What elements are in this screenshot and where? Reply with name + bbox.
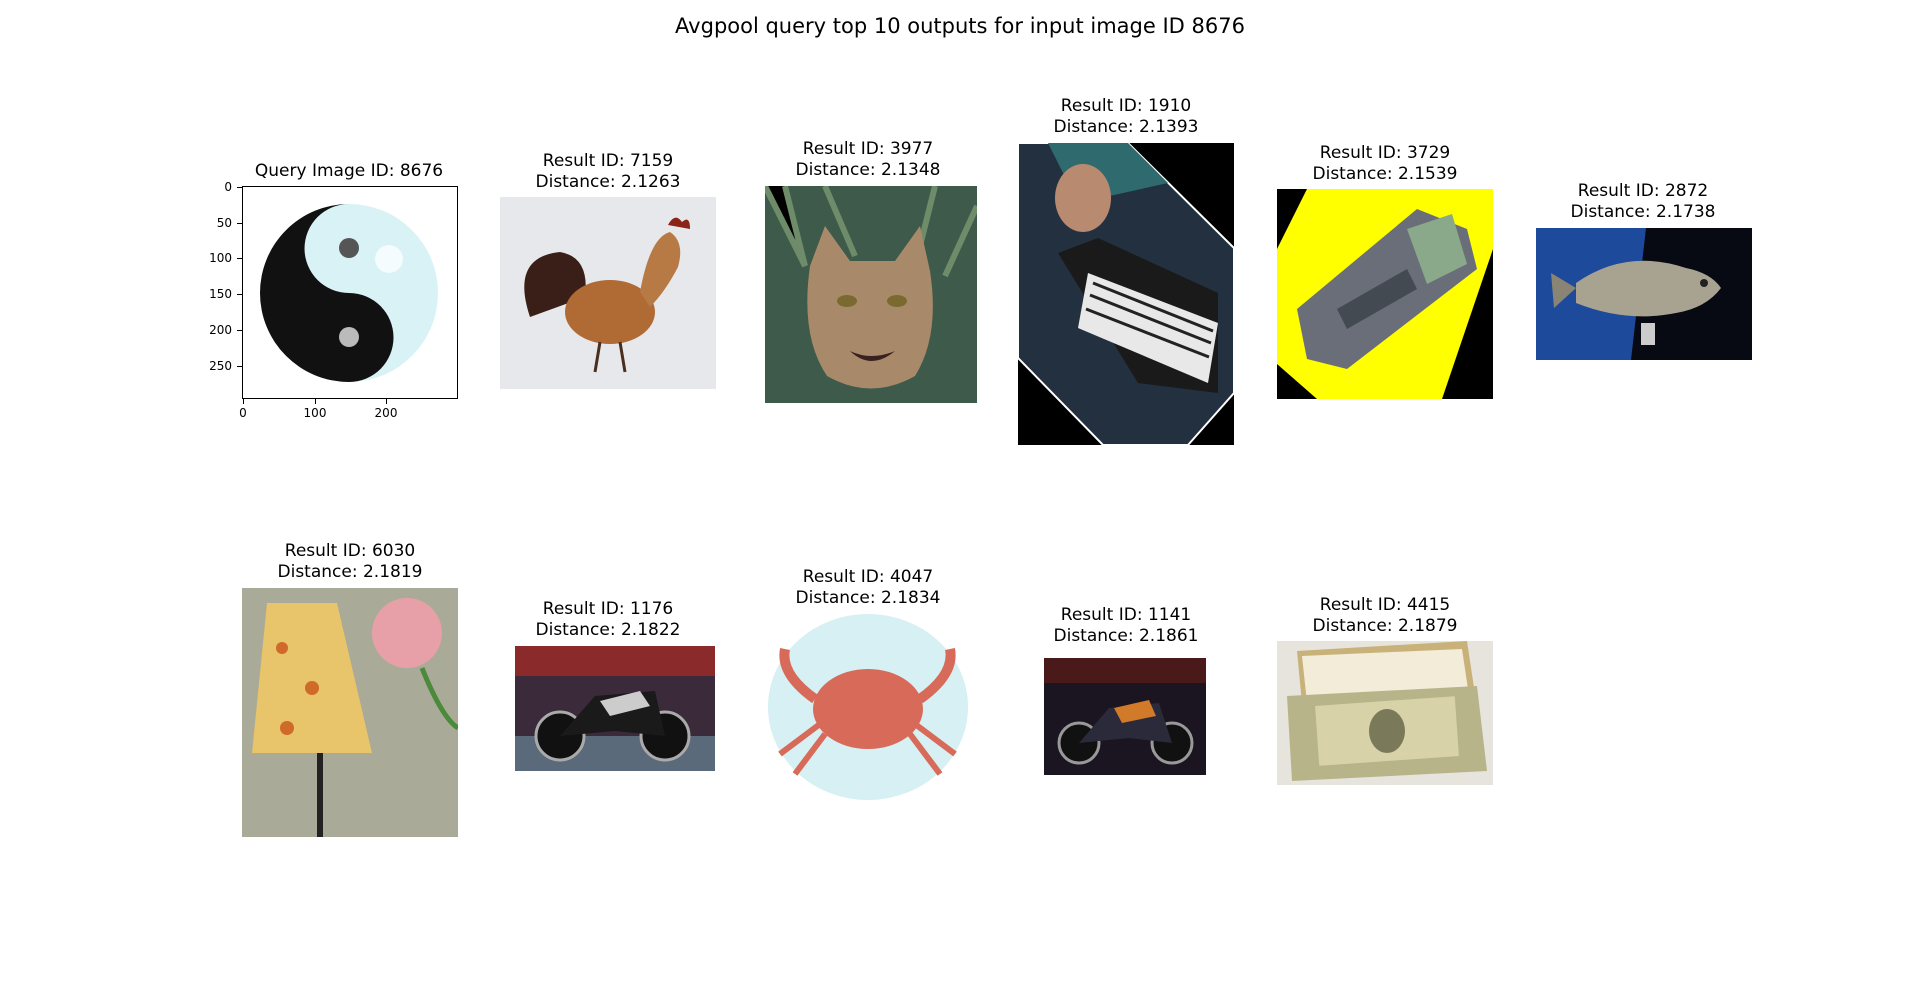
result-id-label: Result ID: 3977 [802,139,934,159]
result-distance-label: Distance: 2.1263 [535,172,681,192]
result-caption: Result ID: 3977 Distance: 2.1348 [748,139,988,181]
result-image [500,197,716,389]
cell-phone-image [1277,189,1493,399]
query-caption-text: Query Image ID: 8676 [254,161,444,181]
result-distance-label: Distance: 2.1539 [1312,164,1458,184]
rooster-image [500,197,716,389]
result-image [1277,189,1493,399]
result-image [1277,641,1493,785]
y-tick-mark [237,294,242,295]
y-tick-label: 200 [209,323,232,337]
result-id-label: Result ID: 1176 [542,599,674,619]
result-caption: Result ID: 1910 Distance: 2.1393 [1006,96,1246,138]
query-image-axes [242,186,458,399]
result-id-label: Result ID: 1141 [1060,605,1192,625]
result-id-label: Result ID: 4415 [1319,595,1451,615]
result-distance-label: Distance: 2.1393 [1053,117,1199,137]
result-image [760,614,976,801]
motorbike-image [515,646,715,771]
lamp-image [242,588,458,837]
query-caption: Query Image ID: 8676 [233,161,465,182]
result-distance-label: Distance: 2.1834 [795,588,941,608]
result-image [242,588,458,837]
result-caption: Result ID: 6030 Distance: 2.1819 [230,541,470,583]
dollar-bill-image [1277,641,1493,785]
x-tick-label: 200 [374,406,398,420]
result-distance-label: Distance: 2.1822 [535,620,681,640]
result-distance-label: Distance: 2.1819 [277,562,423,582]
fish-image [1536,228,1752,360]
result-id-label: Result ID: 3729 [1319,143,1451,163]
result-caption: Result ID: 2872 Distance: 2.1738 [1523,181,1763,223]
y-tick-mark [237,187,242,188]
result-caption: Result ID: 1141 Distance: 2.1861 [1006,605,1246,647]
crab-image [760,614,976,801]
result-image [1044,658,1206,775]
result-distance-label: Distance: 2.1861 [1053,626,1199,646]
result-image [765,186,977,403]
result-image [1018,143,1234,445]
y-tick-mark [237,330,242,331]
y-tick-mark [237,258,242,259]
y-tick-label: 150 [209,287,232,301]
y-tick-label: 0 [224,180,232,194]
figure-title: Avgpool query top 10 outputs for input i… [675,14,1245,38]
y-tick-label: 100 [209,251,232,265]
y-tick-mark [237,223,242,224]
result-id-label: Result ID: 7159 [542,151,674,171]
y-tick-label: 50 [216,216,232,230]
result-caption: Result ID: 3729 Distance: 2.1539 [1265,143,1505,185]
result-id-label: Result ID: 1910 [1060,96,1192,116]
yin-yang-image [260,204,438,382]
x-tick-label: 100 [303,406,327,420]
result-distance-label: Distance: 2.1738 [1570,202,1716,222]
result-caption: Result ID: 7159 Distance: 2.1263 [488,151,728,193]
cougar-image [765,186,977,403]
result-caption: Result ID: 4047 Distance: 2.1834 [748,567,988,609]
y-tick-label: 250 [209,359,232,373]
motorbike-image [1044,658,1206,775]
x-tick-mark [243,399,244,404]
x-tick-label: 0 [239,406,247,420]
result-image [515,646,715,771]
x-tick-mark [315,399,316,404]
result-id-label: Result ID: 6030 [284,541,416,561]
result-distance-label: Distance: 2.1348 [795,160,941,180]
result-image [1536,228,1752,360]
result-id-label: Result ID: 4047 [802,567,934,587]
y-tick-mark [237,366,242,367]
x-tick-mark [386,399,387,404]
result-caption: Result ID: 4415 Distance: 2.1879 [1265,595,1505,637]
result-caption: Result ID: 1176 Distance: 2.1822 [488,599,728,641]
accordion-player-image [1018,143,1234,445]
result-id-label: Result ID: 2872 [1577,181,1709,201]
result-distance-label: Distance: 2.1879 [1312,616,1458,636]
